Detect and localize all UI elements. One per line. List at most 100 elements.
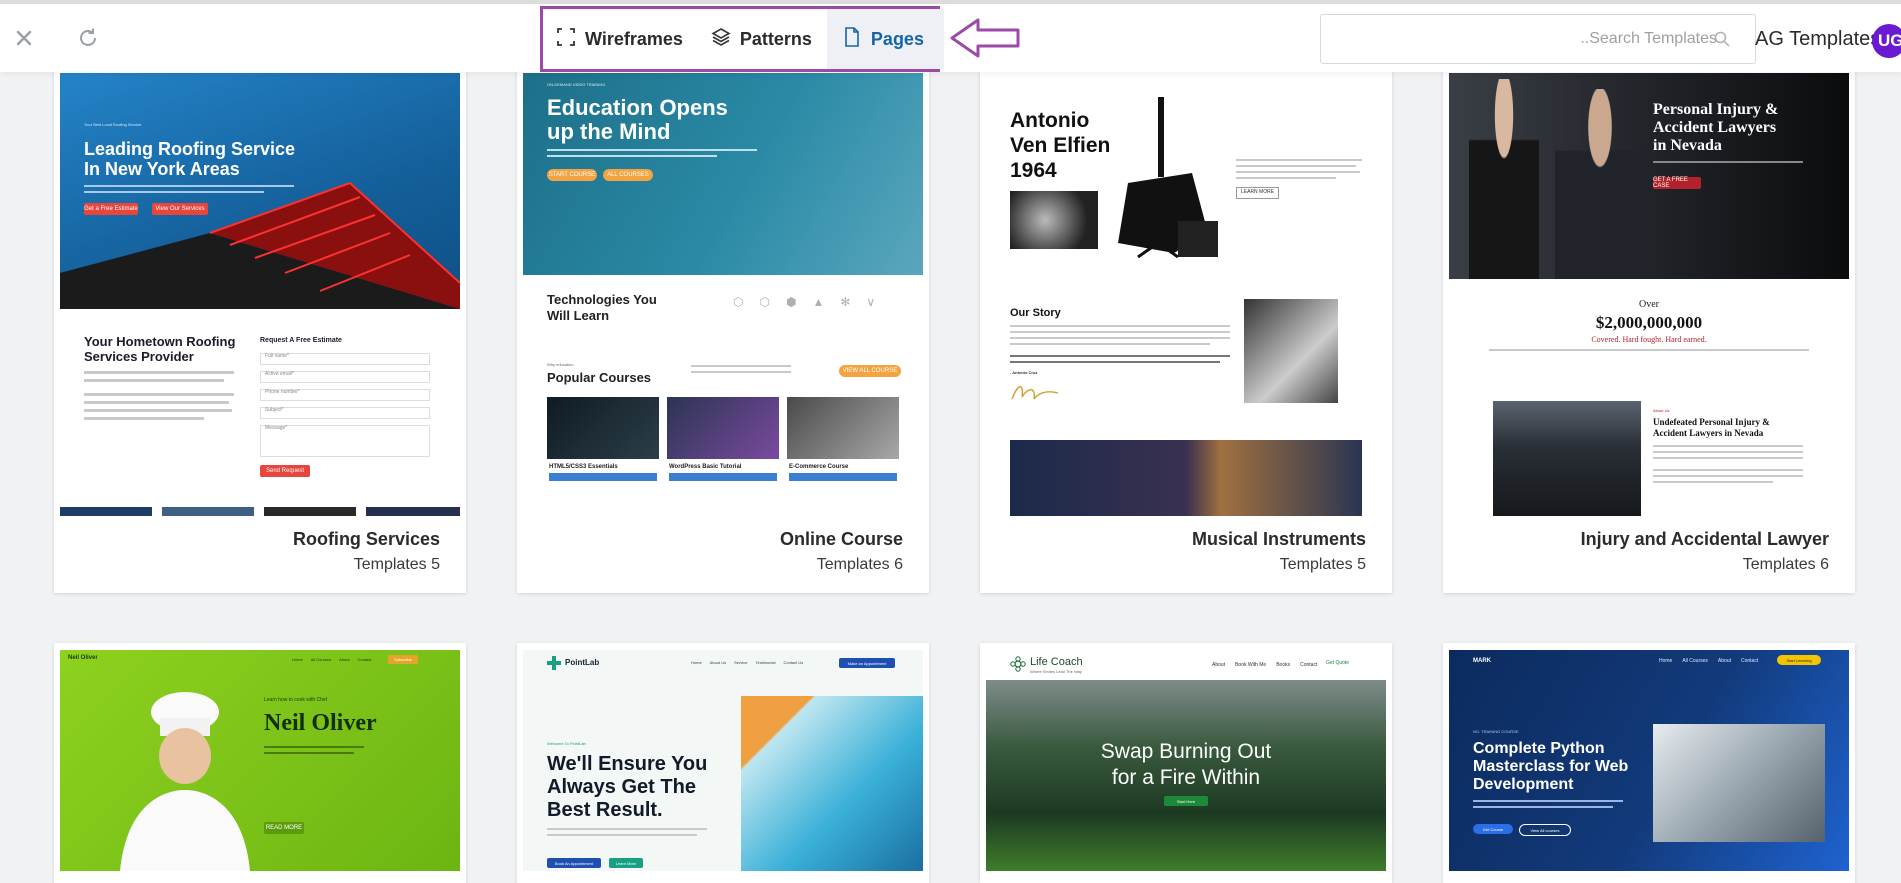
template-card[interactable]: Your Best Local Roofing Service Leading …: [54, 55, 466, 593]
lawyer-photo: [1555, 89, 1645, 279]
refresh-icon[interactable]: [76, 26, 100, 50]
nav-menu: Home About Us Service Testimonial Contac…: [691, 660, 803, 665]
hero-headline: Antonio: [1010, 109, 1090, 132]
brand-name: MARK: [1473, 658, 1491, 664]
course-title: E-Commerce Course: [789, 464, 849, 470]
hero-headline: Development: [1473, 776, 1574, 793]
signature-graphic: [1011, 386, 1059, 400]
hero-cta-button: GET A FREE CASE: [1653, 177, 1701, 189]
text-line: [1236, 171, 1360, 173]
card-title: Injury and Accidental Lawyer: [1580, 529, 1829, 549]
hero-headline: Best Result.: [547, 799, 663, 821]
thumb-strip: [366, 507, 460, 516]
card-template-count: Templates 6: [1742, 556, 1829, 573]
course-image: [547, 397, 659, 459]
nav-item: Home: [1659, 658, 1673, 664]
hero-headline: Personal Injury &: [1653, 101, 1779, 118]
stat-tagline: Covered. Hard fought. Hard earned.: [1591, 335, 1707, 344]
nav-item: Contact: [1741, 658, 1759, 664]
hero-cta-button: Learn More: [609, 858, 643, 868]
stat-kicker: Over: [1639, 299, 1659, 310]
nav-item: Contact: [357, 657, 372, 662]
text-line: [1473, 806, 1613, 808]
search-input[interactable]: ..Search Templates: [1320, 14, 1756, 64]
section-heading: Services Provider: [84, 349, 194, 364]
template-card[interactable]: Neil Oliver Home All Courses About Conta…: [54, 643, 466, 883]
course-title: HTML5/CSS3 Essentials: [549, 464, 618, 470]
template-thumbnail: ON-DEMAND VIDEO TRAINING Education Opens…: [523, 73, 923, 516]
template-card[interactable]: ON-DEMAND VIDEO TRAINING Education Opens…: [517, 55, 929, 593]
nav-item: About Us: [709, 660, 727, 665]
course-title: WordPress Basic Tutorial: [669, 464, 742, 470]
stat-amount: $2,000,000,000: [1595, 313, 1703, 332]
hero-headline: up the Mind: [547, 119, 671, 144]
nav-item: Books: [1276, 662, 1291, 668]
template-card[interactable]: Antonio Ven Elfien 1964 LEARN MORE Our S…: [980, 55, 1392, 593]
hero-headline: Neil Oliver: [264, 710, 377, 736]
thumb-strip: [264, 507, 356, 516]
tab-pages[interactable]: Pages: [826, 9, 944, 69]
text-line: [1653, 457, 1803, 459]
nav-item: Contact: [1300, 662, 1318, 668]
text-line: [84, 417, 204, 420]
hero-kicker: Learn how to cook with Chef: [264, 697, 328, 703]
nav-item: About: [339, 657, 350, 662]
text-line: [1653, 451, 1803, 453]
ag-templates-label[interactable]: AG Templates: [1755, 28, 1880, 51]
hero-headline: in Nevada: [1653, 137, 1722, 154]
nav-item: Testimonial: [755, 660, 776, 665]
tab-label: Patterns: [739, 28, 812, 49]
musician-photo: [1244, 299, 1338, 403]
text-line: [1653, 475, 1803, 477]
text-line: [1489, 349, 1809, 351]
section-kicker: Why education: [547, 362, 574, 367]
card-template-count: Templates 5: [1279, 556, 1366, 573]
section-heading: Popular Courses: [547, 370, 652, 385]
form-submit-button: Send Request: [260, 465, 310, 477]
text-line: [1473, 800, 1623, 802]
text-line: [691, 365, 791, 367]
brand-name: PointLab: [565, 658, 600, 667]
card-template-count: Templates 6: [816, 556, 903, 573]
nav-cta-button: Subscribe: [388, 655, 418, 664]
signature-name: - Antonio Cruz: [1010, 370, 1038, 375]
hero-kicker: Your Best Local Roofing Service: [84, 122, 142, 127]
card-meta: Roofing Services Templates 5: [293, 529, 440, 574]
section-heading: Your Hometown Roofing: [84, 334, 236, 349]
hero-kicker: NO. TRAINING COURSE: [1473, 729, 1519, 734]
search-placeholder: ..Search Templates: [1580, 30, 1717, 47]
laptop-photo: [1653, 724, 1825, 842]
nav-item: Service: [734, 660, 748, 665]
vue-icon: ∨: [866, 295, 876, 309]
template-card[interactable]: MARK Home All Courses About Contact Star…: [1443, 643, 1855, 883]
view-all-button: VIEW ALL COURSE: [839, 365, 901, 377]
text-line: [1010, 331, 1230, 333]
template-card[interactable]: Life Coach Where Smiles Lead The Way Abo…: [980, 643, 1392, 883]
card-title: Musical Instruments: [1191, 529, 1366, 549]
course-bar: [789, 473, 897, 481]
template-card[interactable]: PointLab Home About Us Service Testimoni…: [517, 643, 929, 883]
section-kicker: About Us: [1653, 408, 1670, 413]
hero-cta-button: Get a Free Estimate: [84, 203, 138, 215]
text-line: [1010, 325, 1230, 327]
tab-wireframes[interactable]: Wireframes: [543, 9, 698, 69]
thumb-strip: [162, 507, 254, 516]
text-line: [547, 828, 707, 830]
text-line: [84, 191, 264, 193]
top-bar: Wireframes Patterns Pages ..Search Templ…: [0, 0, 1901, 72]
text-line: [1010, 337, 1230, 339]
text-line: [1010, 355, 1230, 357]
tab-patterns[interactable]: Patterns: [698, 9, 827, 69]
card-title: Online Course: [779, 529, 903, 549]
template-thumbnail: Neil Oliver Home All Courses About Conta…: [60, 650, 460, 871]
form-field: Subject*: [260, 407, 430, 419]
close-icon[interactable]: [12, 26, 36, 50]
lawyer-photo: [1469, 79, 1539, 279]
avatar[interactable]: UG: [1872, 24, 1901, 58]
text-line: [691, 371, 791, 373]
hero-headline: 1964: [1010, 159, 1057, 182]
form-title: Request A Free Estimate: [260, 337, 342, 344]
hero-headline: We'll Ensure You: [547, 753, 708, 775]
js-icon: ⬢: [785, 295, 797, 309]
template-card[interactable]: Personal Injury & Accident Lawyers in Ne…: [1443, 55, 1855, 593]
